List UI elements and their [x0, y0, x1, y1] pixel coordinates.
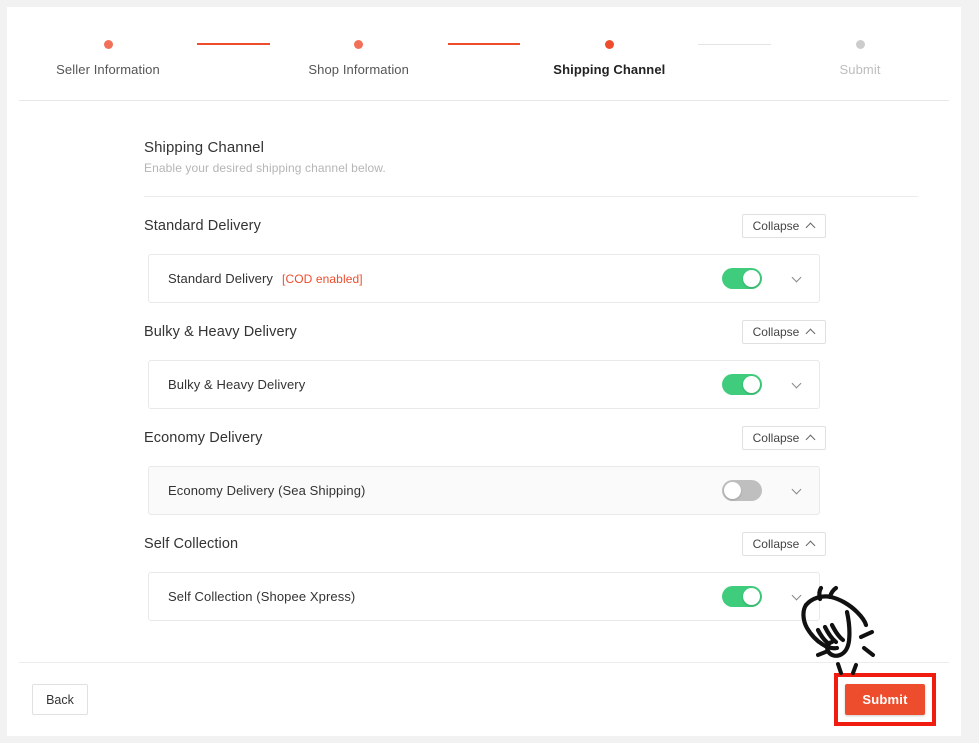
chevron-up-icon [807, 540, 815, 548]
channel-row-label: Self Collection (Shopee Xpress) [168, 589, 356, 604]
collapse-button[interactable]: Collapse [742, 319, 826, 344]
submit-button-wrapper: Submit [834, 673, 936, 726]
channel-group-title: Standard Delivery [144, 217, 261, 234]
chevron-down-icon[interactable] [792, 486, 802, 496]
chevron-down-icon[interactable] [792, 380, 802, 390]
step-2[interactable]: Shop Information [270, 40, 448, 78]
step-1[interactable]: Seller Information [19, 40, 197, 78]
step-4[interactable]: Submit [771, 40, 949, 78]
collapse-button[interactable]: Collapse [742, 425, 826, 450]
step-connector-3 [698, 44, 772, 45]
channel-group: Economy Delivery Collapse Economy Delivery… [144, 409, 918, 515]
progress-stepper: Seller Information Shop Information Shippi… [19, 7, 949, 101]
step-3[interactable]: Shipping Channel [520, 40, 698, 78]
chevron-up-icon [807, 328, 815, 336]
collapse-button[interactable]: Collapse [742, 213, 826, 238]
collapse-button-label: Collapse [752, 430, 800, 445]
collapse-button-label: Collapse [752, 536, 800, 551]
toggle-knob [743, 376, 760, 393]
chevron-up-icon [807, 222, 815, 230]
collapse-button[interactable]: Collapse [742, 531, 826, 556]
step-label: Seller Information [56, 62, 160, 77]
channel-toggle[interactable] [722, 480, 762, 501]
channel-group-header: Standard Delivery Collapse [144, 197, 918, 254]
step-dot-icon [604, 40, 614, 49]
channel-row-label: Standard Delivery [168, 271, 274, 286]
chevron-down-icon[interactable] [792, 592, 802, 602]
channel-row-label: Economy Delivery (Sea Shipping) [168, 483, 366, 498]
channel-row: Standard Delivery [COD enabled] [148, 254, 820, 303]
registration-card: Seller Information Shop Information Shippi… [7, 7, 961, 736]
step-dot-icon [855, 40, 865, 49]
channel-row: Economy Delivery (Sea Shipping) [148, 466, 820, 515]
page-title: Shipping Channel [144, 139, 265, 156]
step-connector-2 [447, 43, 521, 45]
back-button[interactable]: Back [32, 684, 88, 715]
step-connector-1 [197, 43, 270, 45]
channel-toggle[interactable] [722, 374, 762, 395]
channel-group-header: Self Collection Collapse [144, 515, 918, 572]
step-label: Shipping Channel [553, 62, 666, 77]
cod-enabled-badge: [COD enabled] [282, 271, 363, 286]
step-dot-icon [103, 40, 113, 49]
page-subtitle: Enable your desired shipping channel bel… [144, 161, 386, 175]
chevron-up-icon [807, 434, 815, 442]
shipping-channel-content: Shipping Channel Enable your desired shi… [7, 101, 961, 621]
channel-toggle[interactable] [722, 586, 762, 607]
channel-groups: Standard Delivery Collapse Standard Delive… [144, 197, 961, 621]
step-label: Shop Information [308, 62, 409, 77]
form-footer: Back Submit [19, 662, 949, 736]
chevron-down-icon[interactable] [792, 274, 802, 284]
submit-button[interactable]: Submit [845, 684, 925, 715]
collapse-button-label: Collapse [752, 218, 800, 233]
channel-group-header: Economy Delivery Collapse [144, 409, 918, 466]
toggle-knob [743, 588, 760, 605]
channel-toggle[interactable] [722, 268, 762, 289]
step-dot-icon [354, 40, 364, 49]
channel-group: Bulky & Heavy Delivery Collapse Bulky & He… [144, 303, 918, 409]
channel-group-title: Bulky & Heavy Delivery [144, 323, 297, 340]
collapse-button-label: Collapse [752, 324, 800, 339]
channel-group: Standard Delivery Collapse Standard Delive… [144, 197, 918, 303]
toggle-knob [743, 270, 760, 287]
channel-group-title: Self Collection [144, 535, 239, 552]
channel-group: Self Collection Collapse Self Collection (… [144, 515, 918, 621]
channel-group-header: Bulky & Heavy Delivery Collapse [144, 303, 918, 360]
channel-group-title: Economy Delivery [144, 429, 263, 446]
channel-row: Self Collection (Shopee Xpress) [148, 572, 820, 621]
step-label: Submit [839, 62, 881, 77]
channel-row: Bulky & Heavy Delivery [148, 360, 820, 409]
toggle-knob [724, 482, 741, 499]
channel-row-label: Bulky & Heavy Delivery [168, 377, 306, 392]
